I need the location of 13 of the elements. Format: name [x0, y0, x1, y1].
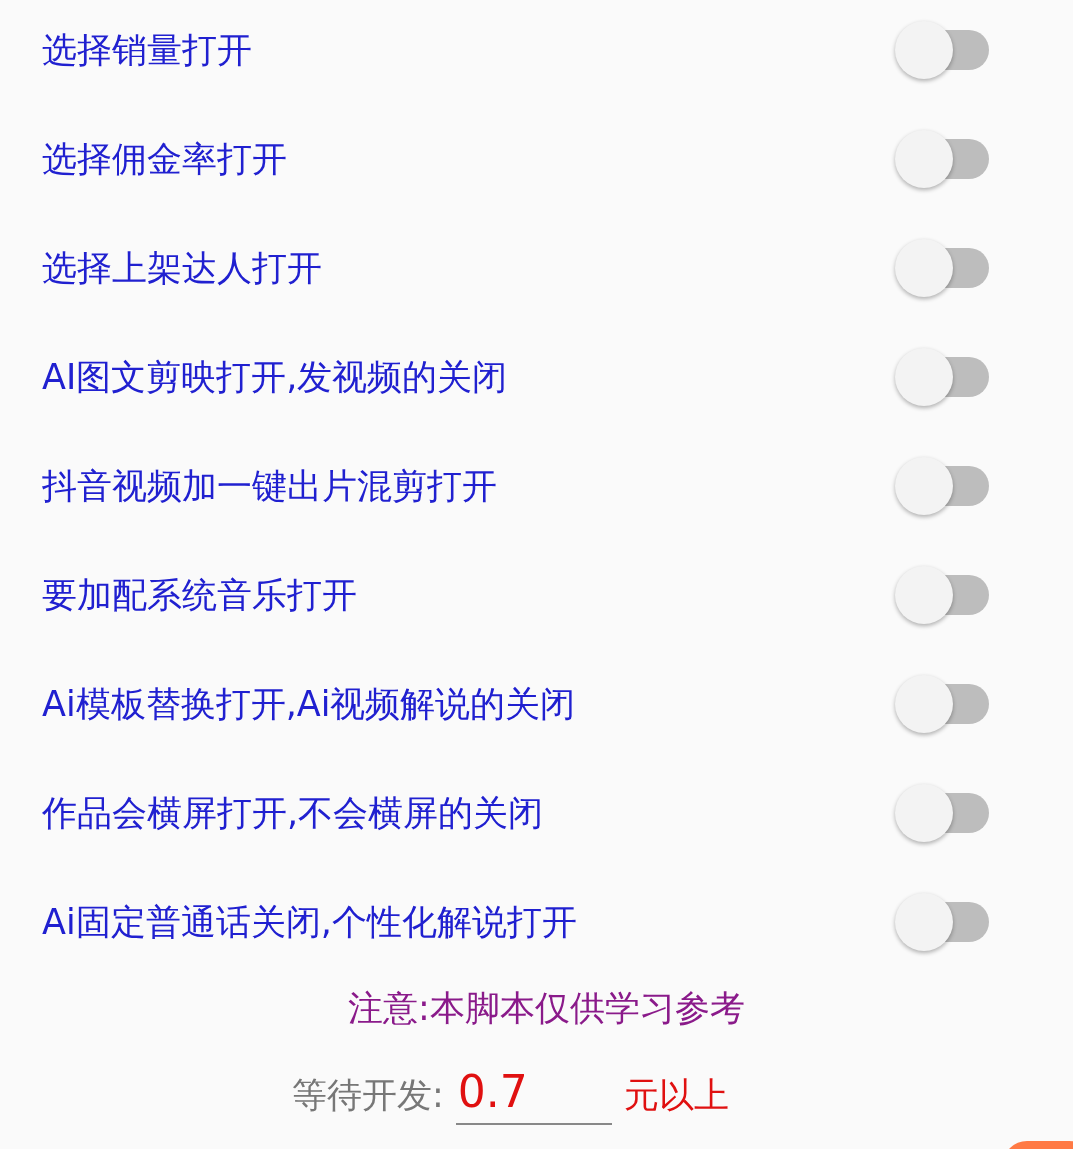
setting-label: 要加配系统音乐打开	[42, 574, 357, 617]
setting-label: 选择佣金率打开	[42, 138, 287, 181]
setting-label: 作品会横屏打开,不会横屏的关闭	[42, 792, 544, 835]
setting-label: 抖音视频加一键出片混剪打开	[42, 465, 497, 508]
amount-field[interactable]: 0.7	[455, 1066, 612, 1125]
setting-label: 选择上架达人打开	[42, 247, 322, 290]
notice-text: 注意:本脚本仅供学习参考	[347, 987, 746, 1030]
setting-label: Ai模板替换打开,Ai视频解说的关闭	[42, 683, 576, 726]
price-label: 等待开发:	[292, 1074, 444, 1117]
setting-label: AI图文剪映打开,发视频的关闭	[42, 356, 508, 399]
setting-label: Ai固定普通话关闭,个性化解说打开	[42, 901, 577, 944]
setting-label: 选择销量打开	[42, 29, 252, 72]
unit-label: 元以上	[623, 1074, 729, 1117]
